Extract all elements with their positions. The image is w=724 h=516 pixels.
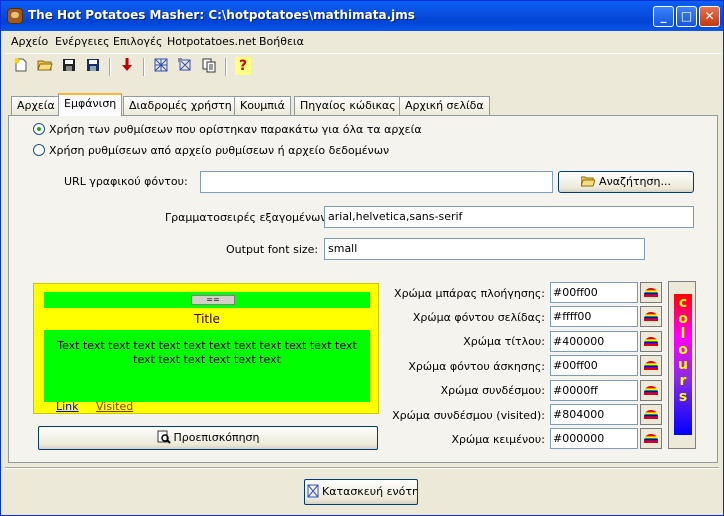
toolbar-separator: [225, 58, 227, 76]
link-color-picker[interactable]: [640, 380, 662, 401]
preview-body-text: Text text text text text text text text …: [44, 330, 370, 402]
window-title: The Hot Potatoes Masher: C:\hotpotatoes\…: [28, 8, 415, 22]
menu-file[interactable]: Αρχείο: [11, 35, 48, 48]
visited-link-color-label: Χρώμα συνδέσμου (visited):: [392, 409, 545, 422]
rainbow-icon: [644, 386, 658, 395]
title-color-label: Χρώμα τίτλου:: [463, 335, 545, 348]
hot-potatoes-app-icon[interactable]: [7, 8, 23, 24]
build-unit-button-label: Κατασκευή ενότητ: [322, 485, 418, 498]
menu-actions[interactable]: Ενέργειες: [55, 35, 110, 48]
tab-appearance[interactable]: Εμφάνιση: [58, 93, 123, 116]
page-bg-color-picker[interactable]: [640, 306, 662, 327]
menu-hotpotatoes-net[interactable]: Hotpotatoes.net: [167, 35, 256, 48]
maximize-button[interactable]: □: [676, 6, 697, 27]
fonts-label: Γραμματοσειρές εξαγομένων: [165, 211, 327, 224]
open-folder-icon: [580, 174, 596, 194]
tab-source-code[interactable]: Πηγαίος κώδικας: [294, 96, 402, 115]
preview-button[interactable]: Προεπισκόπηση: [38, 426, 378, 450]
build-unit-icon: [307, 483, 319, 504]
save-icon[interactable]: [59, 57, 79, 77]
rainbow-icon: [644, 312, 658, 321]
tab-user-paths[interactable]: Διαδρομές χρήστη: [123, 96, 238, 115]
minimize-button[interactable]: _: [653, 6, 674, 27]
colours-logo-letter: s: [678, 388, 688, 405]
colours-logo-letter: o: [678, 341, 688, 358]
fonts-input[interactable]: arial,helvetica,sans-serif: [324, 206, 694, 228]
nav-bar-color-input[interactable]: #00ff00: [550, 282, 638, 303]
help-icon[interactable]: ?: [235, 57, 251, 75]
radio-unselected-indicator[interactable]: [33, 144, 45, 156]
colours-logo-letter: u: [678, 357, 688, 374]
text-color-input[interactable]: #000000: [550, 428, 638, 449]
rainbow-icon: [644, 434, 658, 443]
colours-logo-letter: c: [678, 295, 688, 311]
menu-bar: Αρχείο Ενέργειες Επιλογές Hotpotatoes.ne…: [5, 32, 721, 52]
bg-url-label: URL γραφικού φόντου:: [64, 175, 188, 188]
preview-nav-bar: ==: [44, 292, 370, 308]
exercise-bg-color-picker[interactable]: [640, 355, 662, 376]
rainbow-icon: [644, 337, 658, 346]
visited-link-color-input[interactable]: #804000: [550, 404, 638, 425]
preview-button-label: Προεπισκόπηση: [173, 431, 260, 444]
preview-nav-button: ==: [191, 295, 235, 305]
colours-logo-letter: o: [678, 310, 688, 327]
magnifier-icon: [157, 430, 171, 452]
title-color-picker[interactable]: [640, 331, 662, 352]
tab-files[interactable]: Αρχεία: [11, 96, 61, 115]
nav-bar-color-picker[interactable]: [640, 282, 662, 303]
build-unit-button[interactable]: Κατασκευή ενότητ: [304, 479, 418, 505]
title-color-input[interactable]: #400000: [550, 331, 638, 352]
colours-button[interactable]: colours: [668, 281, 696, 449]
build-all-icon[interactable]: [175, 57, 195, 77]
menu-help[interactable]: Βοήθεια: [259, 35, 304, 48]
copy-pages-icon[interactable]: [199, 57, 219, 77]
new-file-icon[interactable]: [11, 57, 31, 77]
browse-button[interactable]: Αναζήτηση...: [558, 171, 694, 193]
build-icon[interactable]: [151, 57, 171, 77]
colours-logo-letter: r: [679, 372, 687, 389]
text-color-picker[interactable]: [640, 428, 662, 449]
radio-use-settings-file-label: Χρήση ρυθμίσεων από αρχείο ρυθμίσεων ή α…: [49, 144, 390, 157]
page-bg-color-label: Χρώμα φόντου σελίδας:: [412, 311, 545, 324]
exercise-bg-color-label: Χρώμα φόντου άσκησης:: [408, 360, 545, 373]
exercise-bg-color-input[interactable]: #00ff00: [550, 355, 638, 376]
toolbar: ?: [5, 53, 721, 79]
preview-link: Link: [56, 400, 79, 413]
menu-options[interactable]: Επιλογές: [113, 35, 162, 48]
font-size-input[interactable]: small: [324, 238, 645, 260]
nav-bar-color-label: Χρώμα μπάρας πλοήγησης:: [394, 287, 545, 300]
colours-logo-letter: l: [680, 326, 686, 343]
rainbow-icon: [644, 410, 658, 419]
radio-selected-indicator[interactable]: [33, 123, 45, 135]
close-button[interactable]: ✕: [699, 6, 720, 27]
link-color-input[interactable]: #0000ff: [550, 380, 638, 401]
link-color-label: Χρώμα συνδέσμου:: [440, 384, 545, 397]
text-color-label: Χρώμα κειμένου:: [451, 433, 545, 446]
visited-link-color-picker[interactable]: [640, 404, 662, 425]
preview-title: Title: [194, 312, 220, 326]
bg-url-input[interactable]: [200, 171, 553, 193]
toolbar-separator: [109, 58, 111, 76]
browse-button-label: Αναζήτηση...: [599, 175, 671, 188]
tab-buttons[interactable]: Κουμπιά: [234, 96, 291, 115]
toolbar-separator: [143, 58, 145, 76]
radio-use-settings-file[interactable]: Χρήση ρυθμίσεων από αρχείο ρυθμίσεων ή α…: [33, 144, 389, 157]
radio-use-settings-below[interactable]: Χρήση των ρυθμίσεων που ορίστηκαν παρακά…: [33, 123, 422, 136]
open-folder-icon[interactable]: [35, 57, 55, 77]
preview-visited-link: Visited: [96, 400, 134, 413]
style-preview: == Title Text text text text text text t…: [33, 283, 379, 414]
add-arrow-icon[interactable]: [117, 57, 137, 77]
title-bar: The Hot Potatoes Masher: C:\hotpotatoes\…: [1, 1, 723, 31]
rainbow-icon: [644, 288, 658, 297]
radio-use-settings-below-label: Χρήση των ρυθμίσεων που ορίστηκαν παρακά…: [49, 123, 422, 136]
bottom-separator: [5, 467, 719, 469]
main-window: The Hot Potatoes Masher: C:\hotpotatoes\…: [0, 0, 724, 516]
tab-home-page[interactable]: Αρχική σελίδα: [399, 96, 490, 115]
font-size-label: Output font size:: [226, 243, 319, 256]
page-bg-color-input[interactable]: #ffff00: [550, 306, 638, 327]
rainbow-icon: [644, 361, 658, 370]
save-as-icon[interactable]: [83, 57, 103, 77]
colours-logo: colours: [674, 294, 692, 435]
